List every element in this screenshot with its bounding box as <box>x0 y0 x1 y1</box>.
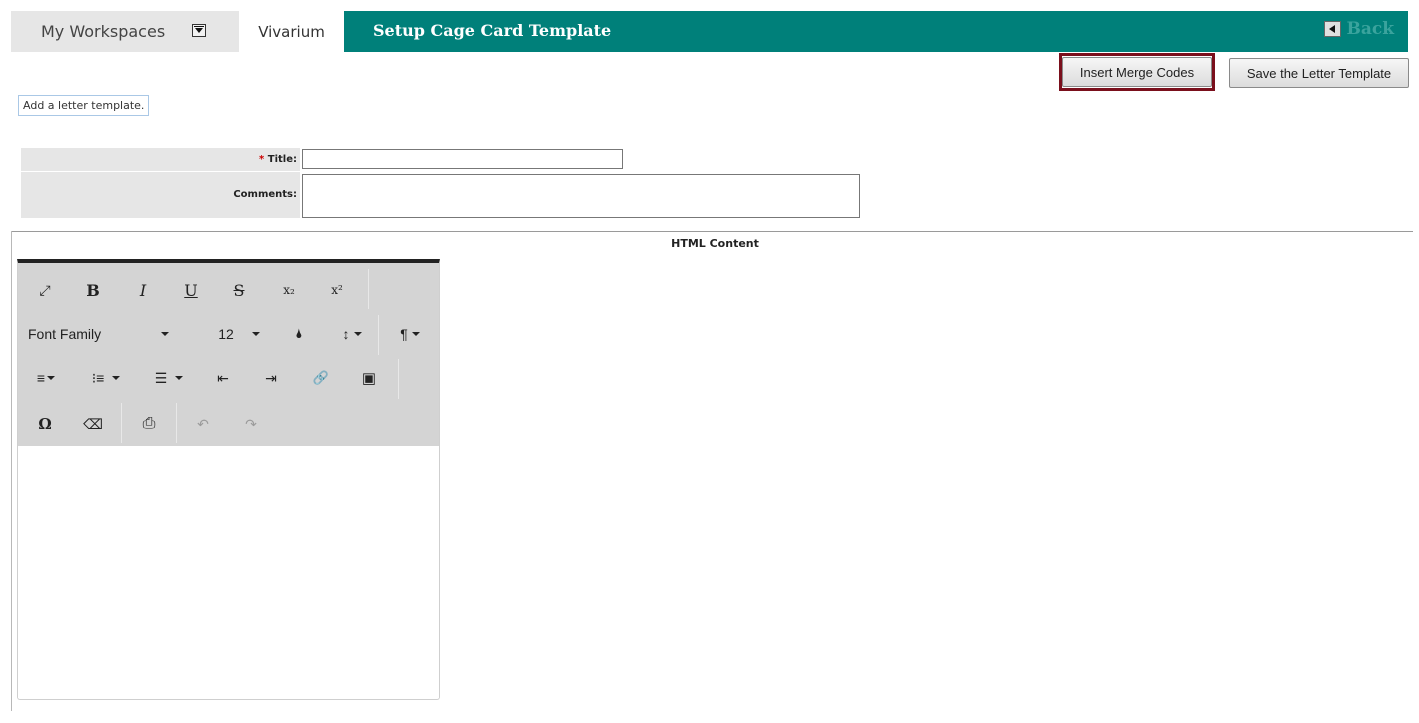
title-row: * Title: <box>21 148 1408 171</box>
align-icon: ≡ <box>36 370 46 386</box>
toolbar-separator <box>378 315 379 355</box>
align-button[interactable]: ≡ <box>26 363 66 393</box>
back-label: Back <box>1346 19 1394 39</box>
intro-text: Add a letter template. <box>18 95 150 116</box>
my-workspaces-label: My Workspaces <box>41 22 166 41</box>
chevron-down-icon <box>175 376 184 380</box>
insert-merge-codes-button[interactable]: Insert Merge Codes <box>1062 57 1212 87</box>
title-input[interactable] <box>302 149 623 169</box>
back-arrow-icon <box>1324 21 1342 37</box>
unordered-list-button[interactable]: ☰ <box>144 363 194 393</box>
font-family-label: Font Family <box>28 326 102 342</box>
workspaces-dropdown-icon[interactable] <box>192 24 206 37</box>
font-size-value: 12 <box>218 326 234 342</box>
outdent-icon[interactable]: ⇤ <box>208 363 238 393</box>
page-title: Setup Cage Card Template <box>373 21 612 40</box>
chevron-down-icon <box>112 376 121 380</box>
editor-toolbar: ⤢ B I U S x₂ x² Font Family 12 🌢 ↕ ¶ ≡ ⁝… <box>18 263 439 446</box>
vivarium-tab[interactable]: Vivarium <box>239 11 344 52</box>
eraser-icon[interactable]: ⌫ <box>78 409 108 439</box>
chevron-down-icon <box>251 332 260 336</box>
comments-label: Comments: <box>21 172 300 218</box>
print-icon[interactable]: ⎙ <box>134 409 164 439</box>
section-divider <box>11 231 1413 232</box>
html-editor: ⤢ B I U S x₂ x² Font Family 12 🌢 ↕ ¶ ≡ ⁝… <box>17 259 440 700</box>
image-icon[interactable]: ▣ <box>354 363 384 393</box>
ordered-list-button[interactable]: ⁝≡ <box>78 363 134 393</box>
chevron-down-icon <box>411 332 420 336</box>
bold-icon[interactable]: B <box>78 275 108 305</box>
my-workspaces-tab[interactable]: My Workspaces <box>11 11 239 52</box>
save-letter-template-button[interactable]: Save the Letter Template <box>1229 58 1409 88</box>
top-nav-bar: My Workspaces Vivarium Setup Cage Card T… <box>11 11 1408 52</box>
line-height-button[interactable]: ↕ <box>330 319 374 349</box>
undo-icon[interactable]: ↶ <box>188 409 218 439</box>
superscript-icon[interactable]: x² <box>322 275 352 305</box>
strikethrough-icon[interactable]: S <box>224 275 254 305</box>
toolbar-separator <box>368 269 369 309</box>
font-size-select[interactable]: 12 <box>204 319 274 349</box>
back-button[interactable]: Back <box>1324 19 1394 39</box>
required-asterisk: * <box>259 154 265 165</box>
omega-icon[interactable]: Ω <box>30 409 60 439</box>
comments-textarea[interactable] <box>302 174 860 218</box>
title-label: * Title: <box>21 148 300 171</box>
link-icon[interactable]: 🔗 <box>306 363 336 393</box>
italic-icon[interactable]: I <box>128 275 158 305</box>
editor-content-area[interactable] <box>18 446 439 698</box>
toolbar-separator <box>176 403 177 443</box>
toolbar-separator <box>121 403 122 443</box>
html-content-heading: HTML Content <box>671 237 759 250</box>
underline-icon[interactable]: U <box>176 275 206 305</box>
redo-icon[interactable]: ↷ <box>236 409 266 439</box>
chevron-down-icon <box>161 332 170 336</box>
comments-row: Comments: <box>21 172 1408 218</box>
paragraph-icon: ¶ <box>400 326 408 342</box>
chevron-down-icon <box>353 332 362 336</box>
content-left-border <box>11 231 12 711</box>
expand-icon[interactable]: ⤢ <box>30 275 60 305</box>
unordered-list-icon: ☰ <box>154 369 168 386</box>
ordered-list-icon: ⁝≡ <box>91 369 105 386</box>
font-family-select[interactable]: Font Family <box>28 319 198 349</box>
indent-icon[interactable]: ⇥ <box>256 363 286 393</box>
subscript-icon[interactable]: x₂ <box>274 275 304 305</box>
page-header: Setup Cage Card Template Back <box>344 11 1408 52</box>
toolbar-separator <box>398 359 399 399</box>
chevron-down-icon <box>47 376 56 380</box>
paragraph-button[interactable]: ¶ <box>388 319 432 349</box>
color-drop-icon[interactable]: 🌢 <box>284 319 314 349</box>
line-height-icon: ↕ <box>342 326 350 342</box>
